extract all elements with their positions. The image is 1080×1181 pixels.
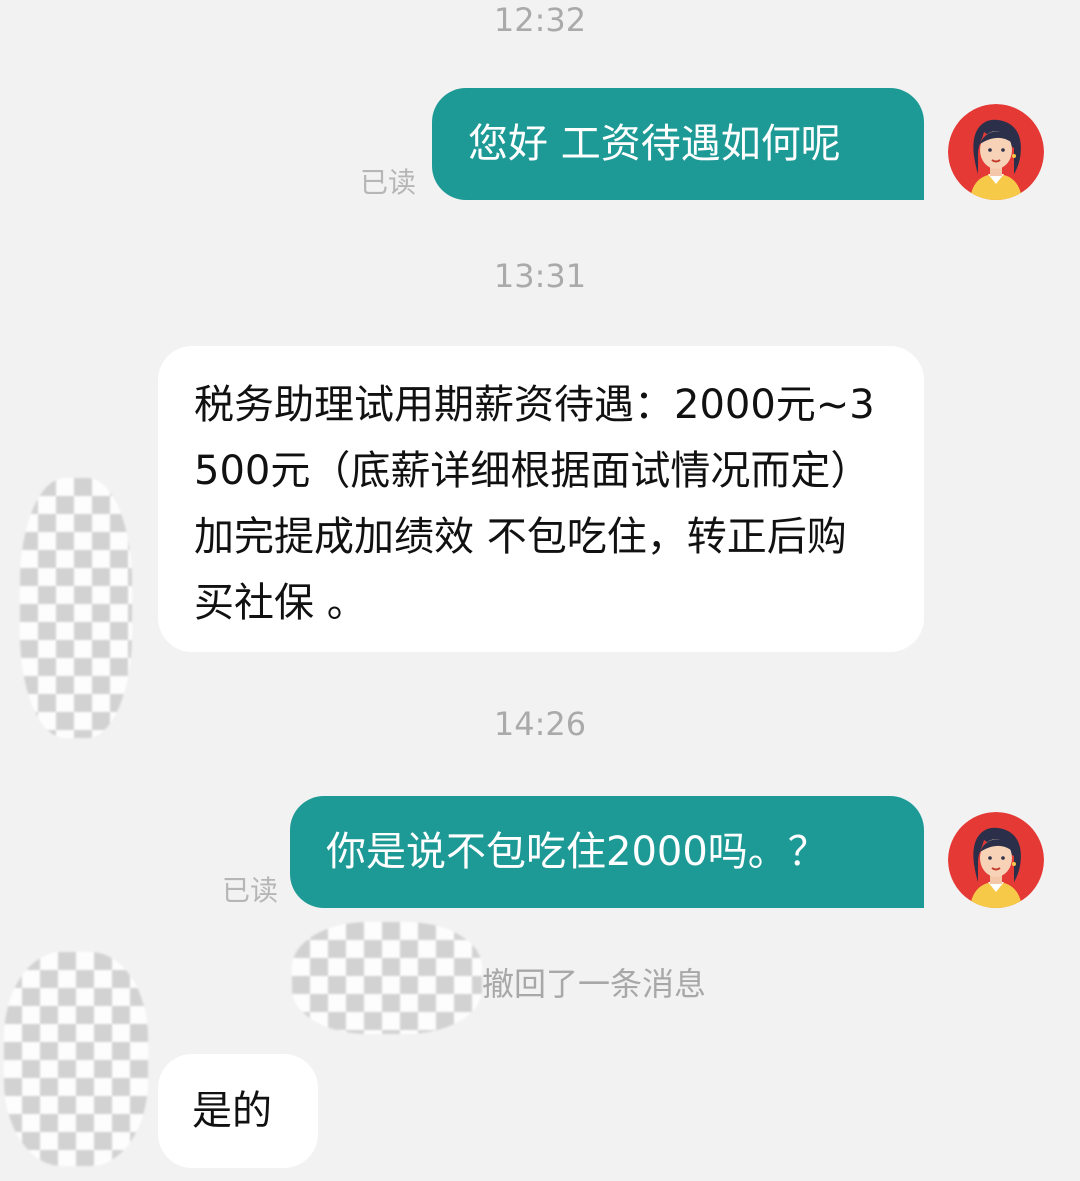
timestamp: 14:26: [493, 705, 587, 743]
my-message-bubble[interactable]: 你是说不包吃住2000吗。？: [290, 796, 924, 908]
recall-notice: 撤回了一条消息: [482, 965, 707, 1003]
my-message-bubble[interactable]: 您好 工资待遇如何呢: [432, 88, 924, 200]
woman-avatar-icon: [948, 812, 1044, 908]
chat-thread[interactable]: 12:32 已读 您好 工资待遇如何呢 13:31 税务助理试用期薪资待遇：20…: [0, 0, 1080, 1181]
blurred-name: [292, 922, 482, 1034]
their-message-bubble[interactable]: 是的: [158, 1054, 318, 1168]
my-avatar[interactable]: [948, 104, 1044, 200]
read-receipt: 已读: [222, 874, 279, 907]
timestamp: 12:32: [493, 1, 587, 39]
their-message-bubble[interactable]: 税务助理试用期薪资待遇：2000元~3500元（底薪详细根据面试情况而定）加完提…: [158, 346, 924, 652]
timestamp: 13:31: [493, 257, 587, 295]
read-receipt: 已读: [360, 166, 417, 199]
blurred-avatar: [4, 952, 148, 1166]
blurred-avatar: [20, 478, 132, 738]
woman-avatar-icon: [948, 104, 1044, 200]
my-avatar[interactable]: [948, 812, 1044, 908]
